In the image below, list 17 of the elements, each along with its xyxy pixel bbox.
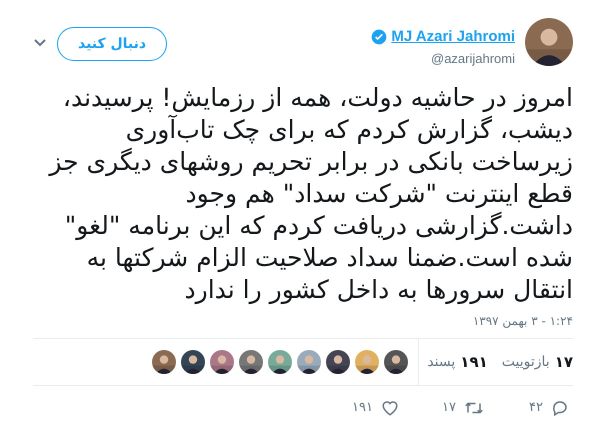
like-button[interactable] [381, 398, 399, 417]
reply-button[interactable] [551, 398, 569, 417]
follow-button[interactable]: دنبال کنید [57, 27, 168, 61]
stat-label[interactable]: پسند [427, 352, 456, 372]
heart-icon [381, 398, 399, 417]
stat-label[interactable]: بازتوییت [502, 352, 550, 372]
speech-bubble-icon [551, 398, 569, 417]
chevron-down-icon[interactable] [33, 38, 47, 48]
stat-count[interactable]: ۱۷ [554, 350, 573, 374]
tweet-text: امروز در حاشیه دولت، همه از رزمایش! پرسیدند، دیشب، گزارش کردم که برای چک تاب‌آوری زیرساخت بانکی در برابر تحریم روشهای دیگری جز قطع اینترنت "شرکت سداد" هم وجود داشت.گزارشی دریافت کردم که این برنامه "لغو" شده است.ضمنا سداد صلاحیت الزام شرکتها به انتقال سرورها به داخل کشور را ندارد [47, 82, 573, 306]
action-count: ۱۹۱ [352, 399, 373, 417]
tweet-timestamp: ۱:۲۴ - ۳ بهمن ۱۳۹۷ [472, 313, 573, 330]
action-count: ۴۲ [529, 399, 543, 417]
action-count: ۱۷ [442, 399, 456, 417]
stat-count[interactable]: ۱۹۱ [460, 350, 488, 374]
author-handle: @azarijahromi [430, 50, 515, 68]
author-name[interactable]: MJ Azari Jahromi [391, 26, 515, 48]
